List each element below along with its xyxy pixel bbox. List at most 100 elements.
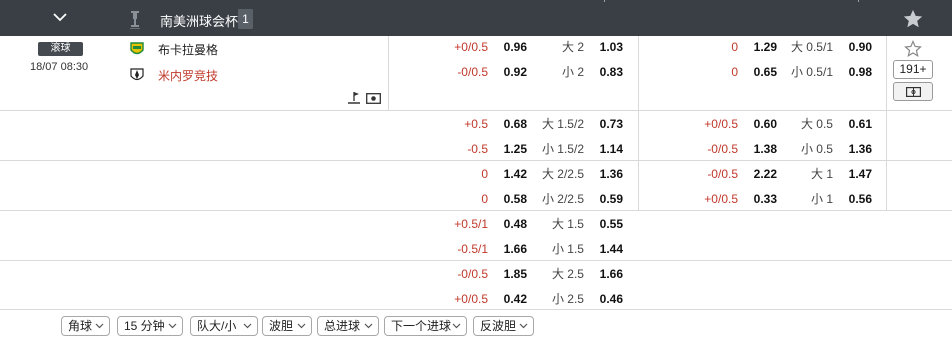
filter-label: 队大/小 [197,319,237,333]
chevron-down-icon [243,323,252,329]
filter-label: 总进球 [324,319,361,333]
ht-handicap: +0/0.5 [704,192,738,206]
chevron-down-icon[interactable] [50,9,70,27]
ht-over-under-line: 大 0.5/1 [790,40,833,54]
ft-over-under-line: 大 1.5/2 [541,117,584,131]
ft-over-under-odds[interactable]: 0.59 [583,192,623,206]
ft-over-under-odds[interactable]: 1.66 [583,267,623,281]
filter-dropdown[interactable]: 总进球 [317,316,379,336]
ht-over-under-odds[interactable]: 0.98 [832,65,872,79]
ht-handicap: 0 [731,40,738,54]
ht-handicap-odds[interactable]: 1.38 [737,142,777,156]
league-name[interactable]: 南美洲球会杯 [160,11,238,30]
video-icon[interactable] [366,93,381,104]
ht-over-under-line: 小 0.5 [800,142,833,156]
ft-handicap-odds[interactable]: 1.25 [487,142,527,156]
trophy-icon [130,11,140,29]
ft-handicap: +0/0.5 [454,40,488,54]
pitch-view-button[interactable] [893,82,933,101]
filter-label: 角球 [68,319,93,333]
ft-handicap-odds[interactable]: 0.42 [487,292,527,306]
kickoff-time: 18/07 08:30 [30,61,89,73]
filter-dropdown[interactable]: 角球 [61,316,110,336]
filter-dropdown[interactable]: 队大/小 [190,316,258,336]
filter-dropdown[interactable]: 下一个进球 [384,316,467,336]
ft-over-under-line: 大 2 [561,40,584,54]
ft-handicap-odds[interactable]: 0.58 [487,192,527,206]
ft-over-under-odds[interactable]: 0.83 [583,65,623,79]
star-icon[interactable] [904,40,922,58]
ht-over-under-odds[interactable]: 0.61 [832,117,872,131]
ft-handicap-odds[interactable]: 0.92 [487,65,527,79]
ht-over-under-line: 大 0.5 [800,117,833,131]
ht-over-under-odds[interactable]: 0.56 [832,192,872,206]
ft-handicap: -0/0.5 [457,65,488,79]
ht-over-under-odds[interactable]: 1.36 [832,142,872,156]
ft-handicap: +0.5/1 [454,217,488,231]
ft-handicap: +0/0.5 [454,292,488,306]
ft-handicap-odds[interactable]: 1.66 [487,242,527,256]
ft-over-under-odds[interactable]: 1.44 [583,242,623,256]
chevron-down-icon [95,323,104,329]
ht-handicap: 0 [731,65,738,79]
filter-label: 波胆 [269,319,294,333]
league-header: 南美洲球会杯 1 [0,0,952,36]
ft-handicap-odds[interactable]: 1.85 [487,267,527,281]
ht-handicap-odds[interactable]: 1.29 [737,40,777,54]
away-team-logo-icon [130,68,144,81]
pitch-icon[interactable] [347,91,361,104]
star-icon[interactable] [902,8,924,30]
column-divider [886,36,887,211]
ht-over-under-line: 小 1 [810,192,833,206]
filter-dropdown[interactable]: 波胆 [262,316,312,336]
ft-handicap-odds[interactable]: 0.48 [487,217,527,231]
ft-handicap: -0/0.5 [457,267,488,281]
filter-label: 下一个进球 [391,319,452,333]
ft-over-under-odds[interactable]: 1.36 [583,167,623,181]
ht-handicap-odds[interactable]: 2.22 [737,167,777,181]
ft-handicap: +0.5 [464,117,488,131]
ft-handicap-odds[interactable]: 0.96 [487,40,527,54]
row-divider [0,210,952,211]
ht-over-under-odds[interactable]: 1.47 [832,167,872,181]
ft-handicap-odds[interactable]: 1.42 [487,167,527,181]
ft-over-under-line: 大 1.5 [551,217,584,231]
ft-handicap: -0.5/1 [457,242,488,256]
column-divider [604,0,605,2]
ft-over-under-line: 小 1.5/2 [541,142,584,156]
ht-over-under-odds[interactable]: 0.90 [832,40,872,54]
ft-over-under-line: 小 2 [561,65,584,79]
more-markets-button[interactable]: 191+ [893,60,933,79]
ht-handicap: -0/0.5 [707,167,738,181]
ft-over-under-odds[interactable]: 1.03 [583,40,623,54]
row-divider [0,260,952,261]
ft-over-under-odds[interactable]: 0.73 [583,117,623,131]
ft-handicap-odds[interactable]: 0.68 [487,117,527,131]
ht-over-under-line: 大 1 [810,167,833,181]
ft-handicap: 0 [481,192,488,206]
ht-handicap: -0/0.5 [707,142,738,156]
filter-label: 15 分钟 [124,319,165,333]
row-divider [0,110,952,111]
ft-over-under-line: 大 2.5 [551,267,584,281]
ht-handicap-odds[interactable]: 0.65 [737,65,777,79]
away-team-name[interactable]: 米内罗竞技 [158,67,218,84]
ht-handicap-odds[interactable]: 0.60 [737,117,777,131]
column-divider [858,0,859,2]
live-badge: 滚球 [38,42,83,56]
filter-dropdown[interactable]: 15 分钟 [117,316,183,336]
pitch-icon [906,87,921,97]
chevron-down-icon [364,323,373,329]
match-count-badge: 1 [238,9,253,29]
filter-label: 反波胆 [480,319,517,333]
chevron-down-icon [452,323,461,329]
filter-dropdown[interactable]: 反波胆 [473,316,534,336]
ft-over-under-odds[interactable]: 0.46 [583,292,623,306]
home-team-name[interactable]: 布卡拉曼格 [158,41,218,58]
ft-over-under-odds[interactable]: 0.55 [583,217,623,231]
ht-handicap-odds[interactable]: 0.33 [737,192,777,206]
row-divider [0,309,952,310]
chevron-down-icon [519,323,528,329]
column-divider [388,36,389,110]
ft-over-under-odds[interactable]: 1.14 [583,142,623,156]
